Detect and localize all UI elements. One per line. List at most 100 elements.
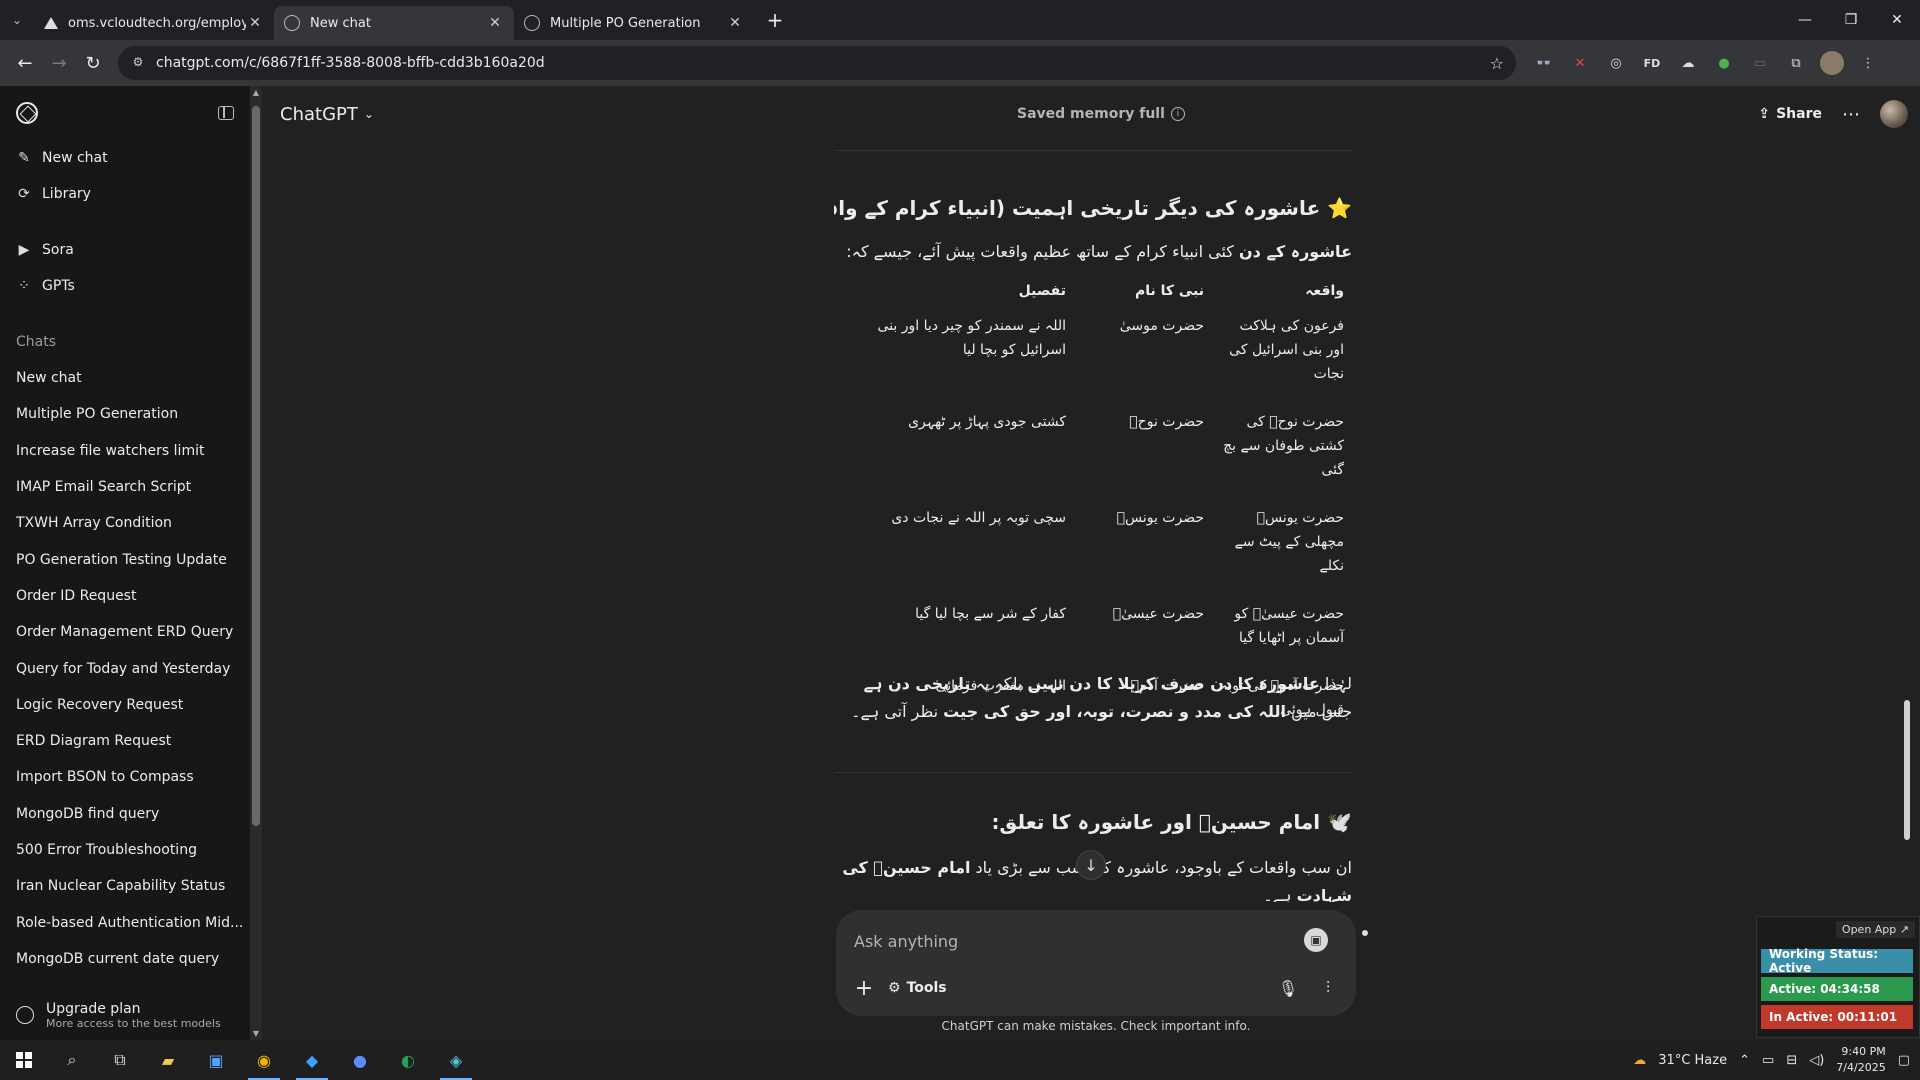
start-button[interactable]	[0, 1040, 48, 1080]
extension-icon[interactable]: ●	[1712, 51, 1736, 75]
table-row: حضرت یونسؑ مچھلی کے پیٹ سے نکلے حضرت یون…	[834, 498, 1352, 594]
tab-new-chat[interactable]: New chat ✕	[274, 6, 514, 40]
zoom-icon[interactable]: ●	[336, 1040, 384, 1080]
site-info-icon[interactable]: ⚙	[130, 55, 146, 71]
weather-icon[interactable]: ☁	[1633, 1053, 1646, 1068]
chat-history-item[interactable]: MongoDB find query	[0, 796, 250, 832]
voice-mode-button[interactable]: ⫶	[1310, 970, 1346, 1006]
mongodb-compass-icon[interactable]: ◐	[384, 1040, 432, 1080]
sidebar-item-sora[interactable]: ▶ Sora	[0, 232, 250, 268]
extension-icon[interactable]: ✕	[1568, 51, 1592, 75]
chrome-icon[interactable]: ◉	[240, 1040, 288, 1080]
tab-multiple-po[interactable]: Multiple PO Generation ✕	[514, 6, 754, 40]
notifications-icon[interactable]: ▢	[1898, 1053, 1910, 1068]
windows-logo-icon	[16, 1052, 32, 1068]
prompt-input[interactable]	[854, 926, 1254, 956]
address-bar[interactable]: ⚙ chatgpt.com/c/6867f1ff-3588-8008-bffb-…	[118, 46, 1516, 80]
browser-toolbar: ← → ↻ ⚙ chatgpt.com/c/6867f1ff-3588-8008…	[0, 40, 1920, 86]
tab-close-icon[interactable]: ✕	[246, 15, 264, 31]
extension-icon[interactable]: 👓	[1532, 51, 1556, 75]
model-selector[interactable]: ChatGPT ⌄	[280, 104, 374, 125]
section-heading: ⭐ عاشورہ کی دیگر تاریخی اہمیت (انبیاء کر…	[834, 196, 1352, 220]
share-button[interactable]: ⇪ Share	[1758, 106, 1822, 122]
chat-history-item[interactable]: Multiple PO Generation	[0, 396, 250, 432]
close-window-icon[interactable]: ✕	[1874, 0, 1920, 40]
microphone-button[interactable]: 🎙	[1270, 970, 1306, 1006]
app-icon[interactable]: ◈	[432, 1040, 480, 1080]
user-avatar[interactable]	[1880, 100, 1908, 128]
chat-history-item[interactable]: ERD Diagram Request	[0, 723, 250, 759]
sidebar-scrollbar[interactable]: ▲ ▼	[250, 86, 262, 1040]
upgrade-plan-button[interactable]: Upgrade plan More access to the best mod…	[0, 990, 250, 1040]
profile-avatar[interactable]	[1820, 51, 1844, 75]
restore-icon[interactable]: ❐	[1828, 0, 1874, 40]
openai-logo-icon[interactable]	[16, 102, 38, 124]
battery-icon[interactable]: ▭	[1762, 1053, 1774, 1068]
forward-button[interactable]: →	[42, 46, 76, 80]
scroll-down-icon[interactable]: ▼	[251, 1029, 261, 1038]
browser-menu-icon[interactable]: ⋮	[1856, 51, 1880, 75]
new-tab-button[interactable]: +	[760, 5, 790, 35]
back-button[interactable]: ←	[8, 46, 42, 80]
extension-icon[interactable]: ☁	[1676, 51, 1700, 75]
extension-icon[interactable]: FD	[1640, 51, 1664, 75]
chat-history-item[interactable]: MongoDB current date query	[0, 941, 250, 977]
tab-close-icon[interactable]: ✕	[486, 15, 504, 31]
volume-icon[interactable]: ◁)	[1809, 1053, 1824, 1068]
sidebar-item-label: New chat	[42, 150, 108, 166]
memory-status[interactable]: Saved memory full i	[1017, 86, 1185, 142]
chat-history-item[interactable]: 500 Error Troubleshooting	[0, 832, 250, 868]
sidebar-scroll-thumb[interactable]	[252, 106, 260, 826]
tray-chevron-icon[interactable]: ⌃	[1739, 1053, 1750, 1068]
bot-icon[interactable]: ▣	[1304, 928, 1328, 952]
extension-icon[interactable]: ◎	[1604, 51, 1628, 75]
sidebar-item-new-chat[interactable]: ✎ New chat	[0, 140, 250, 176]
chat-history-item[interactable]: Order ID Request	[0, 578, 250, 614]
network-icon[interactable]: ⊟	[1786, 1053, 1797, 1068]
chat-history-item[interactable]: IMAP Email Search Script	[0, 469, 250, 505]
tab-search-icon[interactable]: ⌄	[0, 4, 34, 36]
reload-button[interactable]: ↻	[76, 46, 110, 80]
more-options-icon[interactable]: ⋯	[1842, 104, 1860, 125]
weather-text[interactable]: 31°C Haze	[1658, 1053, 1727, 1068]
tools-button[interactable]: ⚙ Tools	[888, 980, 947, 996]
tab-close-icon[interactable]: ✕	[726, 15, 744, 31]
chat-history-item[interactable]: Role-based Authentication Mid...	[0, 904, 250, 940]
clock[interactable]: 9:40 PM 7/4/2025	[1836, 1044, 1885, 1076]
extensions-puzzle-icon[interactable]: ⧉	[1784, 51, 1808, 75]
text-run: نظر آتی ہے۔	[851, 702, 944, 721]
vscode-icon[interactable]: ◆	[288, 1040, 336, 1080]
extension-icon[interactable]: ▭	[1748, 51, 1772, 75]
table-row: فرعون کی ہلاکت اور بنی اسرائیل کی نجات ح…	[834, 306, 1352, 402]
url-text[interactable]: chatgpt.com/c/6867f1ff-3588-8008-bffb-cd…	[156, 55, 1490, 71]
search-icon[interactable]: ⌕	[48, 1040, 96, 1080]
sidebar-item-library[interactable]: ⟳ Library	[0, 176, 250, 212]
chat-history-item[interactable]: Order Management ERD Query	[0, 614, 250, 650]
file-explorer-icon[interactable]: ▰	[144, 1040, 192, 1080]
task-view-icon[interactable]: ⧉	[96, 1040, 144, 1080]
table-cell: حضرت عیسیٰؑ	[1112, 606, 1204, 622]
scroll-up-icon[interactable]: ▲	[251, 88, 261, 97]
bookmark-star-icon[interactable]: ☆	[1490, 54, 1504, 73]
chat-history-item[interactable]: Iran Nuclear Capability Status	[0, 868, 250, 904]
tab-oms[interactable]: oms.vcloudtech.org/employee ✕	[34, 6, 274, 40]
scroll-to-bottom-button[interactable]: ↓	[1076, 850, 1106, 880]
table-header-row: واقعہ نبی کا نام تفصیل	[834, 276, 1352, 306]
info-icon[interactable]: i	[1170, 107, 1185, 121]
chat-history-item[interactable]: Logic Recovery Request	[0, 687, 250, 723]
open-app-button[interactable]: Open App ↗	[1835, 921, 1915, 938]
minimize-icon[interactable]: —	[1782, 0, 1828, 40]
main-scroll-thumb[interactable]	[1904, 700, 1910, 840]
chat-history-item[interactable]: TXWH Array Condition	[0, 505, 250, 541]
sidebar-toggle-icon[interactable]	[218, 106, 234, 120]
store-icon[interactable]: ▣	[192, 1040, 240, 1080]
chat-history-item[interactable]: PO Generation Testing Update	[0, 541, 250, 577]
chat-history-item[interactable]: Increase file watchers limit	[0, 433, 250, 469]
disclaimer-text: ChatGPT can make mistakes. Check importa…	[941, 1019, 1251, 1033]
chat-history-item[interactable]: Import BSON to Compass	[0, 759, 250, 795]
add-attachment-button[interactable]: +	[846, 970, 882, 1006]
arrow-down-icon: ↓	[1084, 855, 1098, 875]
chat-history-item[interactable]: Query for Today and Yesterday	[0, 650, 250, 686]
sidebar-item-gpts[interactable]: ⁘ GPTs	[0, 268, 250, 304]
chat-history-item[interactable]: New chat	[0, 360, 250, 396]
